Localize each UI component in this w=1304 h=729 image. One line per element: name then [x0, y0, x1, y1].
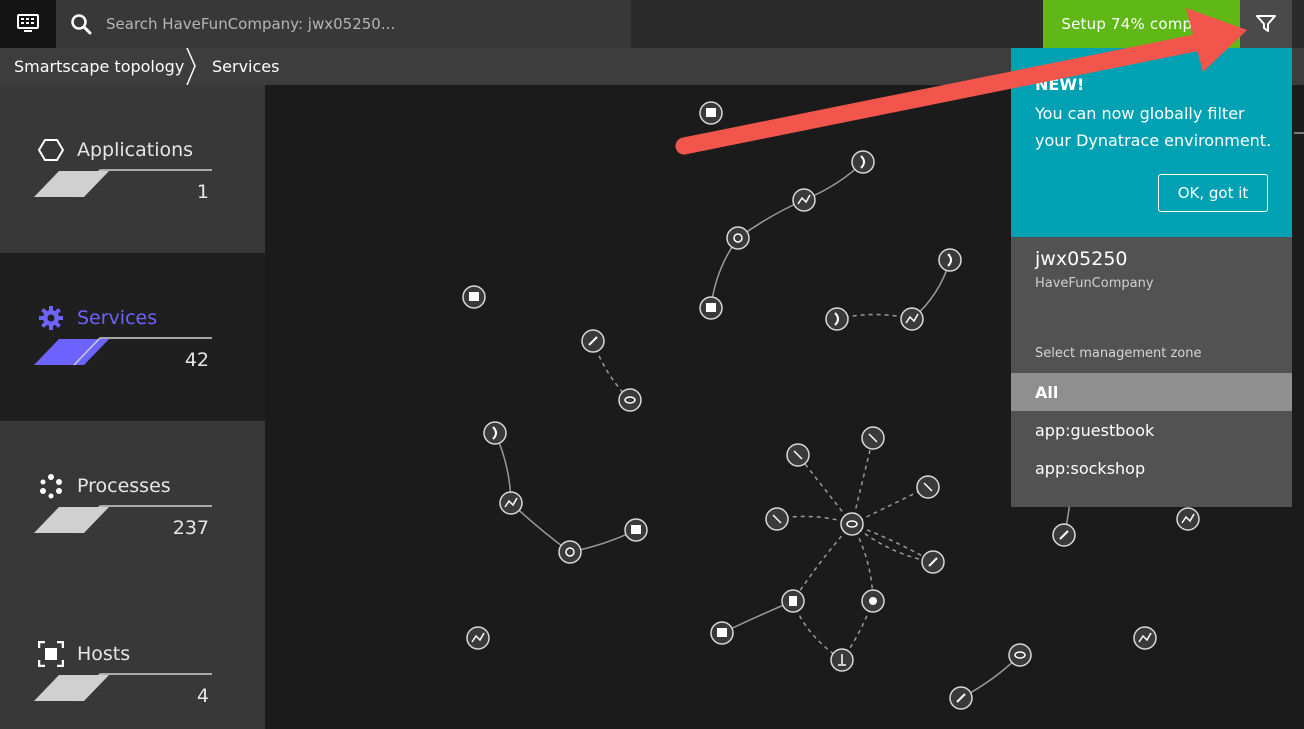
graph-node[interactable]: [861, 589, 885, 613]
sidebar-tile-count: 1: [196, 181, 209, 203]
graph-node[interactable]: [851, 150, 875, 174]
graph-node[interactable]: [1052, 523, 1076, 547]
graph-node[interactable]: [624, 518, 648, 542]
setup-progress-label: Setup 74% complete: [1061, 15, 1222, 33]
sidebar-tile-count: 4: [196, 685, 209, 707]
graph-node[interactable]: [699, 296, 723, 320]
gear-icon: [39, 306, 63, 330]
setup-progress-button[interactable]: Setup 74% complete: [1043, 0, 1240, 48]
breadcrumb-services: Services: [212, 57, 280, 76]
graph-node[interactable]: [1008, 643, 1032, 667]
sidebar-tile-services[interactable]: Services 42: [0, 253, 265, 421]
level-bar-icon: [34, 169, 212, 198]
graph-node[interactable]: [825, 307, 849, 331]
sidebar-tile-label: Services: [77, 307, 158, 329]
zone-option-label: app:sockshop: [1035, 458, 1146, 478]
graph-node[interactable]: [921, 550, 945, 574]
graph-node[interactable]: [861, 426, 885, 450]
sidebar: Applications 1 Services 42 Processes 237…: [0, 85, 265, 729]
notice-text: You can now globally filter your Dynatra…: [1035, 104, 1272, 150]
sidebar-tile-applications[interactable]: Applications 1: [0, 85, 265, 253]
graph-node[interactable]: [938, 248, 962, 272]
zone-option-label: All: [1035, 382, 1059, 402]
search-input[interactable]: [106, 15, 586, 33]
hexagon-icon: [38, 139, 64, 161]
graph-node[interactable]: [699, 101, 723, 125]
breadcrumb-smartscape[interactable]: Smartscape topology: [14, 57, 184, 76]
graph-node[interactable]: [466, 626, 490, 650]
filter-icon: [1256, 15, 1276, 32]
graph-node[interactable]: [900, 307, 924, 331]
graph-node[interactable]: [786, 443, 810, 467]
graph-node[interactable]: [830, 648, 854, 672]
graph-node[interactable]: [781, 589, 805, 613]
sidebar-tile-count: 42: [184, 349, 209, 371]
sidebar-tile-count: 237: [172, 517, 209, 539]
zone-option-sockshop[interactable]: app:sockshop: [1011, 449, 1292, 487]
graph-node[interactable]: [792, 188, 816, 212]
graph-node[interactable]: [581, 329, 605, 353]
process-icon: [40, 474, 62, 499]
graph-edges: [494, 161, 1071, 699]
app-window: Setup 74% complete Smartscape topology S…: [0, 0, 1304, 729]
zone-option-label: app:guestbook: [1035, 420, 1155, 440]
graph-node[interactable]: [499, 491, 523, 515]
search-icon: [71, 14, 92, 35]
menu-button[interactable]: [0, 0, 56, 48]
zone-option-guestbook[interactable]: app:guestbook: [1011, 411, 1292, 449]
graph-node[interactable]: [765, 507, 789, 531]
graph-node[interactable]: [916, 475, 940, 499]
new-label: NEW!: [1035, 75, 1085, 94]
monitor-menu-icon: [17, 14, 39, 32]
graph-node[interactable]: [483, 421, 507, 445]
sidebar-tile-label: Hosts: [77, 643, 131, 665]
graph-node[interactable]: [1176, 507, 1200, 531]
sidebar-tile-label: Applications: [77, 139, 194, 161]
breadcrumb-separator-icon: [186, 48, 196, 85]
management-zone-popover: NEW! You can now globally filter your Dy…: [1011, 48, 1292, 507]
graph-node[interactable]: [949, 686, 973, 710]
graph-node[interactable]: [726, 226, 750, 250]
host-icon: [38, 641, 64, 667]
sidebar-tile-label: Processes: [77, 475, 171, 497]
graph-node[interactable]: [618, 388, 642, 412]
graph-node[interactable]: [558, 540, 582, 564]
management-zone-label: Select management zone: [1035, 346, 1202, 361]
search-box[interactable]: [56, 0, 631, 48]
environment-company: HaveFunCompany: [1035, 276, 1154, 291]
filter-button[interactable]: [1240, 0, 1292, 48]
graph-node[interactable]: [462, 285, 486, 309]
zone-option-all[interactable]: All: [1011, 373, 1292, 411]
graph-node[interactable]: [840, 512, 864, 536]
ok-got-it-button[interactable]: OK, got it: [1158, 174, 1268, 212]
graph-node[interactable]: [1133, 626, 1157, 650]
top-bar: Setup 74% complete: [0, 0, 1304, 48]
graph-node[interactable]: [710, 621, 734, 645]
sidebar-tile-processes[interactable]: Processes 237: [0, 421, 265, 589]
level-bar-icon: [34, 673, 212, 702]
environment-name: jwx05250: [1035, 248, 1128, 270]
new-feature-notice: NEW! You can now globally filter your Dy…: [1011, 48, 1292, 237]
sidebar-tile-hosts[interactable]: Hosts 4: [0, 589, 265, 729]
